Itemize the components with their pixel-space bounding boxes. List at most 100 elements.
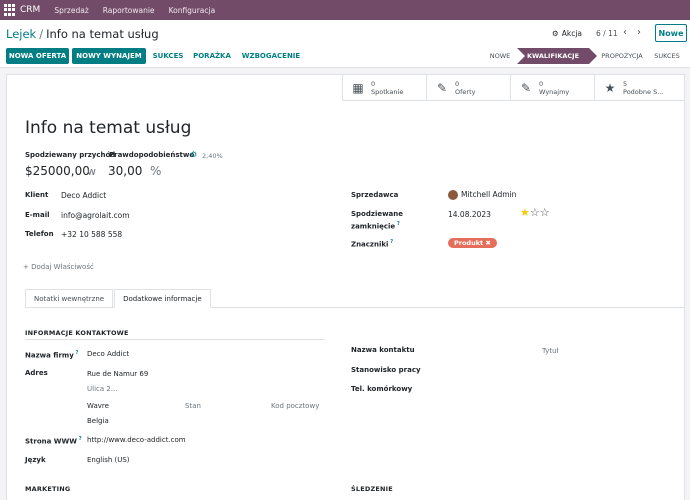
- state-field[interactable]: Stan: [185, 402, 201, 410]
- app-name[interactable]: CRM: [20, 5, 40, 15]
- email-label: E-mail: [25, 211, 50, 219]
- chevron-right-icon[interactable]: ›: [637, 27, 641, 38]
- similar-count: 5: [623, 80, 628, 88]
- menu-configuration[interactable]: Konfiguracja: [169, 6, 216, 15]
- website-value[interactable]: http://www.deco-addict.com: [87, 436, 186, 444]
- tracking-section-heading: ŚLEDZENIE: [351, 485, 393, 493]
- city-field[interactable]: Wavre: [87, 402, 109, 410]
- similar-label: Podobne S...: [623, 88, 664, 96]
- percent-sign: %: [150, 164, 162, 178]
- star-empty-icon[interactable]: ☆: [540, 206, 550, 219]
- contact-section-heading: INFORMACJE KONTAKTOWE: [25, 329, 129, 337]
- job-position-label: Stanowisko pracy: [351, 366, 421, 374]
- mobile-label: Tel. komórkowy: [351, 385, 413, 393]
- address-label: Adres: [25, 369, 48, 377]
- meetings-label: Spotkanie: [371, 88, 404, 96]
- star-empty-icon[interactable]: ☆: [530, 206, 540, 219]
- plus-icon: +: [23, 263, 32, 271]
- auto-probability: 2,40%: [202, 152, 223, 160]
- website-label: Strona WWW ?: [25, 436, 82, 446]
- calendar-icon: ▦: [352, 81, 364, 95]
- breadcrumb-current: Info na temat usług: [46, 27, 159, 41]
- street-field[interactable]: Rue de Namur 69: [87, 370, 148, 378]
- breadcrumb: Lejek / Info na temat usług: [6, 27, 159, 41]
- control-panel: Lejek / Info na temat usług ⚙ Akcja 6 / 11…: [0, 20, 690, 68]
- breadcrumb-separator: /: [39, 27, 44, 41]
- street2-field[interactable]: Ulica 2...: [87, 385, 118, 393]
- client-label: Klient: [25, 191, 49, 199]
- tab-internal-notes[interactable]: Notatki wewnętrzne: [25, 289, 114, 308]
- gear-icon[interactable]: ⚙: [190, 150, 197, 159]
- salesperson-field[interactable]: Mitchell Admin: [448, 190, 516, 200]
- star-filled-icon[interactable]: ★: [520, 206, 530, 219]
- smart-button-rentals[interactable]: ✎ 0 Wynajmy: [510, 75, 594, 101]
- edit-icon: ✎: [436, 81, 448, 95]
- smart-button-meetings[interactable]: ▦ 0 Spotkanie: [342, 75, 426, 101]
- expected-revenue-label: Spodziewany przychód: [25, 151, 116, 159]
- edit-icon: ✎: [520, 81, 532, 95]
- closing-date-value[interactable]: 14.08.2023: [448, 210, 491, 219]
- action-menu-button[interactable]: ⚙ Akcja: [552, 29, 582, 38]
- top-navbar: CRM Sprzedaż Raportowanie Konfiguracja: [0, 0, 690, 20]
- menu-sales[interactable]: Sprzedaż: [54, 6, 88, 15]
- star-icon: ★: [604, 81, 616, 95]
- marketing-section-heading: MARKETING: [25, 485, 71, 493]
- smart-button-quotes[interactable]: ✎ 0 Oferty: [426, 75, 510, 101]
- new-record-button[interactable]: Nowe: [655, 24, 687, 42]
- smart-buttons-bar: ▦ 0 Spotkanie ✎ 0 Oferty ✎ 0 Wynajmy ★ 5 Pod…: [342, 75, 684, 101]
- opportunity-title[interactable]: Info na temat usług: [25, 118, 191, 138]
- tag-label: Produkt: [454, 239, 484, 247]
- contact-name-label: Nazwa kontaktu: [351, 346, 415, 354]
- language-value[interactable]: English (US): [87, 456, 130, 464]
- new-quote-button[interactable]: NOWA OFERTA: [6, 48, 69, 64]
- phone-value[interactable]: +32 10 588 558: [61, 230, 122, 239]
- tag-chip[interactable]: Produkt ✖: [448, 238, 497, 248]
- client-value[interactable]: Deco Addict: [61, 191, 106, 200]
- probability-value[interactable]: 30,00: [108, 164, 142, 178]
- company-label: Nazwa firmy ?: [25, 350, 79, 360]
- won-button[interactable]: SUKCES: [150, 48, 186, 64]
- priority-stars[interactable]: ★☆☆: [520, 206, 550, 219]
- closing-label-line2: zamknięcie ?: [351, 221, 400, 231]
- stage-proposition[interactable]: PROPOZYCJA: [589, 48, 647, 64]
- new-rental-button[interactable]: NOWY WYNAJEM: [72, 48, 146, 64]
- expected-revenue-value[interactable]: $25000,00: [25, 164, 90, 178]
- stage-qualification[interactable]: KWALIFIKACJE: [517, 48, 597, 64]
- phone-label: Telefon: [25, 230, 54, 238]
- rentals-label: Wynajmy: [539, 88, 570, 96]
- stage-won[interactable]: SUKCES: [647, 48, 687, 64]
- w-label: w: [87, 165, 96, 178]
- notebook-tabs: Notatki wewnętrzne Dodatkowe informacje: [25, 289, 684, 308]
- lost-button[interactable]: PORAŻKA: [191, 48, 233, 64]
- quotes-count: 0: [455, 80, 460, 88]
- salesperson-value: Mitchell Admin: [461, 190, 517, 199]
- language-label: Język: [25, 456, 46, 464]
- pager-value[interactable]: 6 / 11: [596, 29, 618, 38]
- apps-menu-icon[interactable]: [4, 4, 16, 16]
- enrich-button[interactable]: WZBOGACENIE: [240, 48, 302, 64]
- gear-icon: ⚙: [552, 29, 559, 38]
- breadcrumb-parent[interactable]: Lejek: [6, 27, 36, 41]
- email-value[interactable]: info@agrolait.com: [61, 211, 130, 220]
- meetings-count: 0: [371, 80, 376, 88]
- rentals-count: 0: [539, 80, 544, 88]
- stage-new[interactable]: NOWE: [483, 48, 517, 64]
- contact-title-field[interactable]: Tytuł: [542, 347, 559, 355]
- tab-extra-info[interactable]: Dodatkowe informacje: [114, 289, 211, 308]
- close-icon[interactable]: ✖: [485, 239, 490, 247]
- country-field[interactable]: Belgia: [87, 417, 109, 425]
- quotes-label: Oferty: [455, 88, 476, 96]
- closing-label-line1: Spodziewane: [351, 210, 404, 218]
- smart-button-similar[interactable]: ★ 5 Podobne S...: [594, 75, 684, 101]
- tags-label: Znaczniki ?: [351, 239, 394, 249]
- probability-label: Prawdopodobieństwo: [109, 151, 195, 159]
- chevron-left-icon[interactable]: ‹: [623, 27, 627, 38]
- avatar: [448, 190, 458, 200]
- add-property-button[interactable]: + Dodaj Właściwość: [23, 263, 94, 271]
- zip-field[interactable]: Kod pocztowy: [271, 402, 319, 410]
- company-value[interactable]: Deco Addict: [87, 350, 129, 358]
- stage-statusbar: NOWE KWALIFIKACJE PROPOZYCJA SUKCES: [483, 48, 687, 64]
- salesperson-label: Sprzedawca: [351, 191, 399, 199]
- menu-reporting[interactable]: Raportowanie: [103, 6, 155, 15]
- form-sheet: ▦ 0 Spotkanie ✎ 0 Oferty ✎ 0 Wynajmy ★ 5 Pod…: [6, 74, 685, 500]
